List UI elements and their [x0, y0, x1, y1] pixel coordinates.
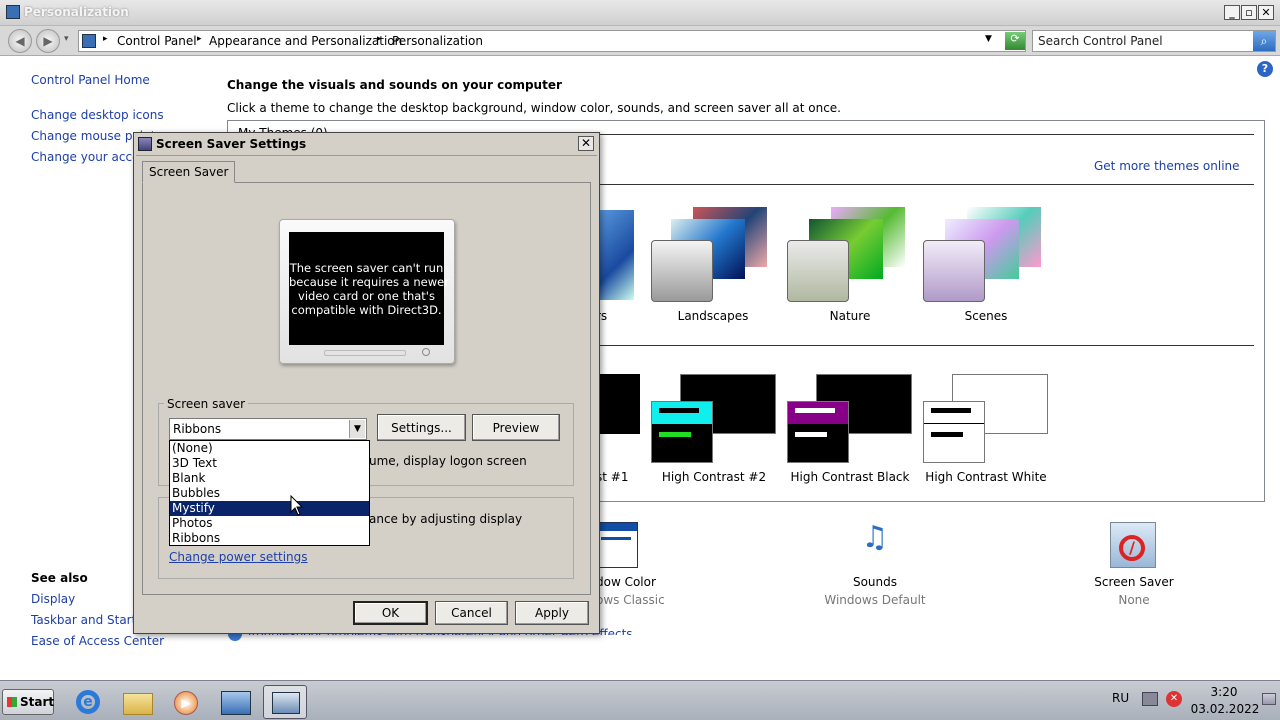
refresh-icon[interactable]: ⟳	[1005, 32, 1025, 50]
screen-saver-label[interactable]: Screen Saver	[1080, 575, 1188, 589]
page-heading: Change the visuals and sounds on your co…	[227, 78, 562, 92]
screen-saver-taskbar-icon[interactable]	[263, 685, 307, 719]
language-indicator[interactable]: RU	[1112, 691, 1129, 705]
media-player-icon[interactable]: ▶	[164, 685, 208, 719]
power-management-text: ance by adjusting display	[369, 512, 523, 526]
forward-icon[interactable]: ▶	[36, 29, 60, 53]
clock-date[interactable]: 03.02.2022	[1190, 702, 1260, 716]
control-panel-icon	[6, 5, 20, 19]
list-item[interactable]: 3D Text	[170, 456, 369, 471]
clock-time[interactable]: 3:20	[1194, 685, 1254, 699]
list-item[interactable]: Ribbons	[170, 531, 369, 546]
window-color-label[interactable]: dow Color	[596, 575, 656, 589]
theme-scenes-label: Scenes	[964, 309, 1008, 323]
theme-high-contrast-white[interactable]	[923, 374, 1049, 464]
recent-pages-icon[interactable]: ▾	[64, 34, 69, 44]
breadcrumb-control-panel[interactable]: Control Panel	[117, 34, 197, 48]
preview-button[interactable]: Preview	[472, 414, 560, 441]
close-icon[interactable]: ✕	[578, 136, 594, 151]
theme-high-contrast-white-label: High Contrast White	[925, 470, 1047, 484]
mouse-cursor-icon	[290, 495, 304, 516]
list-item[interactable]: Blank	[170, 471, 369, 486]
screen-saver-dialog: Screen Saver Settings ✕ Screen Saver The…	[133, 132, 600, 634]
list-item[interactable]: (None)	[170, 441, 369, 456]
window-color-icon[interactable]	[596, 522, 638, 568]
ease-of-access-link[interactable]: Ease of Access Center	[31, 634, 164, 648]
list-item-selected[interactable]: Mystify	[170, 501, 369, 516]
start-button[interactable]: Start	[2, 689, 54, 715]
list-item[interactable]: Bubbles	[170, 486, 369, 501]
settings-button[interactable]: Settings...	[377, 414, 466, 441]
screen-saver-select[interactable]: Ribbons ▼	[169, 418, 367, 440]
close-button[interactable]: ✕	[1258, 5, 1274, 20]
address-dropdown-icon[interactable]: ▼	[985, 34, 992, 44]
network-icon[interactable]	[1142, 692, 1158, 706]
control-panel-taskbar-icon[interactable]	[213, 685, 257, 719]
help-icon[interactable]: ?	[1257, 61, 1273, 77]
theme-high-contrast-black-label: High Contrast Black	[790, 470, 910, 484]
breadcrumb-appearance[interactable]: Appearance and Personalization	[209, 34, 402, 48]
window-title-bar: Personalization _ ▫ ✕	[0, 0, 1280, 26]
search-input[interactable]: Search Control Panel	[1038, 34, 1163, 48]
maximize-button[interactable]: ▫	[1241, 5, 1257, 20]
theme-characters-thumbnail[interactable]	[596, 210, 634, 300]
breadcrumb-personalization[interactable]: Personalization	[392, 34, 483, 48]
theme-landscapes-label: Landscapes	[677, 309, 749, 323]
sounds-label[interactable]: Sounds	[820, 575, 930, 589]
back-icon[interactable]: ◀	[8, 29, 32, 53]
explorer-icon[interactable]	[115, 685, 159, 719]
tab-screen-saver[interactable]: Screen Saver	[142, 161, 236, 183]
windows-logo-icon	[7, 697, 17, 707]
window-color-sub: ows Classic	[596, 593, 665, 607]
theme-landscapes[interactable]	[651, 207, 769, 302]
address-bar: ◀ ▶ ▾ ▸ Control Panel ▸ Appearance and P…	[0, 26, 1280, 56]
show-desktop-icon[interactable]	[1262, 693, 1276, 705]
get-more-themes-link[interactable]: Get more themes online	[1094, 159, 1240, 173]
search-box[interactable]: Search Control Panel ⌕	[1032, 30, 1276, 52]
page-subheading: Click a theme to change the desktop back…	[227, 101, 841, 115]
ok-button[interactable]: OK	[353, 601, 428, 625]
theme-high-contrast-1-label: st #1	[596, 470, 629, 484]
screen-saver-sub: None	[1118, 593, 1150, 607]
breadcrumb[interactable]: ▸ Control Panel ▸ Appearance and Persona…	[78, 30, 1026, 52]
screen-saver-preview: The screen saver can't run because it re…	[279, 219, 455, 364]
theme-nature-label: Nature	[829, 309, 871, 323]
sounds-icon[interactable]: ♫	[848, 520, 902, 570]
dialog-title: Screen Saver Settings	[156, 137, 307, 151]
control-panel-icon	[82, 34, 96, 48]
theme-nature[interactable]	[787, 207, 907, 302]
change-power-settings-link[interactable]: Change power settings	[169, 550, 308, 564]
dialog-title-bar: Screen Saver Settings ✕	[134, 133, 599, 155]
theme-high-contrast-1-thumbnail[interactable]	[596, 374, 640, 434]
internet-explorer-icon[interactable]: e	[66, 685, 110, 719]
theme-high-contrast-black[interactable]	[787, 374, 913, 464]
control-panel-home-link[interactable]: Control Panel Home	[31, 73, 150, 87]
power-button-icon	[422, 348, 430, 356]
see-also-heading: See also	[31, 571, 88, 585]
minimize-button[interactable]: _	[1224, 5, 1240, 20]
preview-screen: The screen saver can't run because it re…	[289, 232, 449, 345]
cancel-button[interactable]: Cancel	[435, 601, 508, 625]
screen-saver-icon[interactable]: /	[1110, 522, 1156, 568]
chevron-down-icon[interactable]: ▼	[349, 420, 365, 438]
change-desktop-icons-link[interactable]: Change desktop icons	[31, 108, 164, 122]
screen-saver-dropdown-list[interactable]: (None) 3D Text Blank Bubbles Mystify Pho…	[169, 440, 370, 546]
volume-muted-icon[interactable]: ✕	[1166, 691, 1182, 707]
search-icon[interactable]: ⌕	[1253, 31, 1275, 51]
sounds-sub: Windows Default	[824, 593, 926, 607]
taskbar: Start e ▶ RU ✕ 3:20 03.02.2022	[0, 680, 1280, 720]
window-title: Personalization	[24, 5, 129, 19]
screen-saver-group-label: Screen saver	[164, 397, 249, 411]
list-item[interactable]: Photos	[170, 516, 369, 531]
theme-high-contrast-2[interactable]	[651, 374, 777, 464]
apply-button[interactable]: Apply	[515, 601, 589, 625]
resume-logon-label: ume, display logon screen	[369, 454, 527, 468]
theme-scenes[interactable]	[923, 207, 1043, 302]
theme-high-contrast-2-label: High Contrast #2	[661, 470, 767, 484]
screen-saver-icon	[138, 137, 152, 151]
display-link[interactable]: Display	[31, 592, 75, 606]
